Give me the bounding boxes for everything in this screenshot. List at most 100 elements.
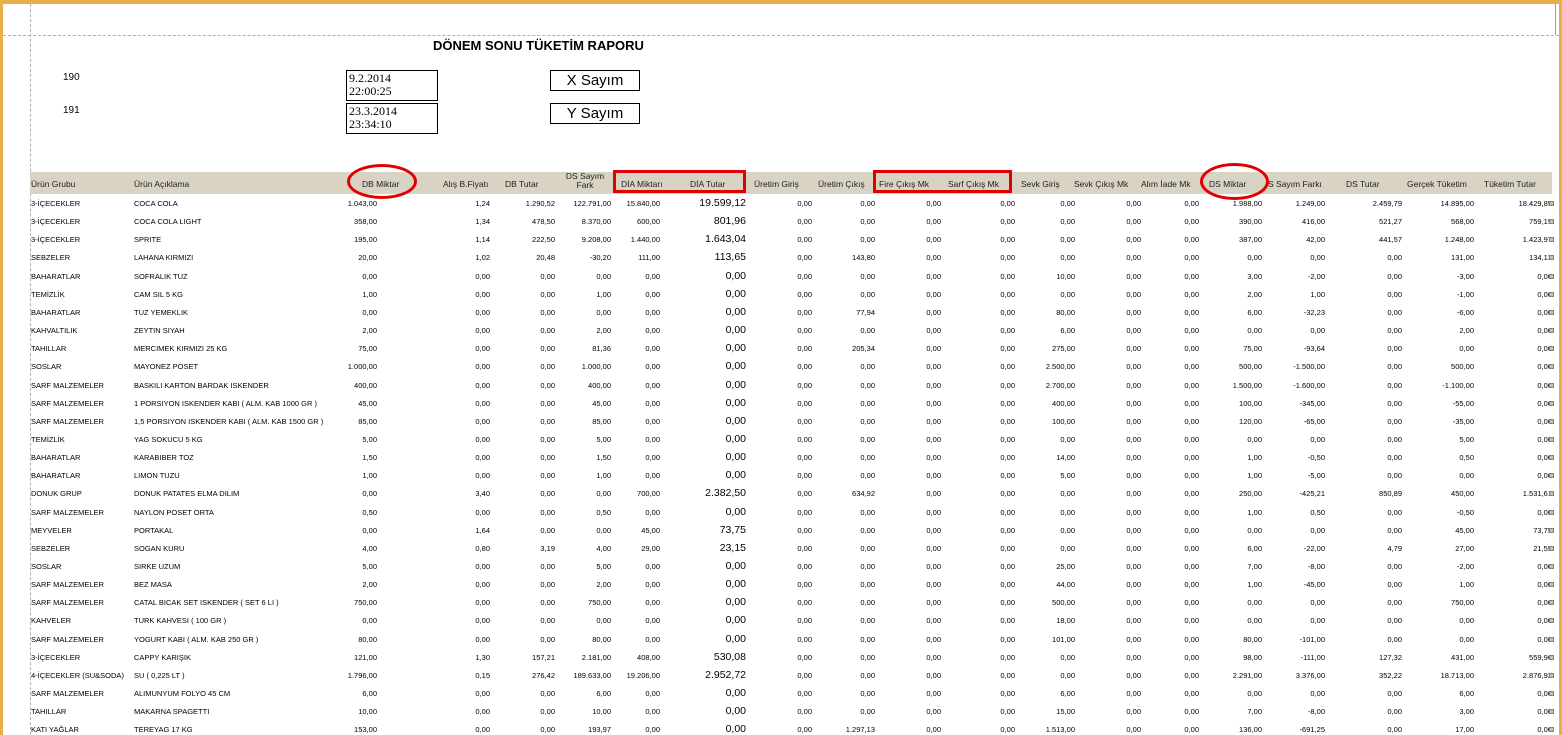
table-cell: 45,00 — [1455, 525, 1474, 535]
table-cell: -111,00 — [1300, 652, 1325, 662]
table-cell: 1.531,61 — [1522, 489, 1552, 499]
table-cell: 0,00 — [860, 362, 875, 372]
table-cell: 0,00 — [645, 471, 660, 481]
table-cell: 1.000,00 — [347, 362, 377, 372]
table-cell: 7,00 — [1247, 562, 1262, 571]
table-cell: 0,00 — [1000, 453, 1015, 463]
table-cell: 80,00 — [592, 634, 611, 644]
table-cell: 0,00 — [645, 689, 660, 699]
table-cell: 0,00 — [540, 525, 555, 535]
table-cell: 600,00 — [637, 217, 660, 227]
table-cell: 1,02 — [475, 253, 490, 263]
table-cell: 400,00 — [1052, 398, 1075, 408]
table-cell: 0,00 — [645, 362, 660, 372]
table-cell: 1.796,00 — [347, 670, 377, 680]
table-cell: 1,14 — [475, 235, 490, 245]
table-cell: 0,00 — [1537, 562, 1552, 571]
table-cell: 0,00 — [1184, 670, 1199, 680]
table-cell: 0,00 — [1184, 543, 1199, 553]
row-marker — [1549, 618, 1554, 624]
table-cell: 80,00 — [1056, 307, 1075, 317]
table-cell: 0,00 — [1387, 562, 1402, 571]
table-cell: -1,00 — [1456, 289, 1474, 299]
table-cell: 0,00 — [1310, 598, 1325, 608]
table-cell: 100,00 — [1239, 398, 1262, 408]
table-cell: 0,00 — [860, 562, 875, 571]
table-cell: 113,65 — [714, 251, 746, 264]
table-cell: 408,00 — [637, 652, 660, 662]
table-cell: 1.043,00 — [347, 199, 377, 208]
table-cell: 0,00 — [475, 707, 490, 717]
table-cell: 111,00 — [638, 253, 660, 263]
table-cell: 0,00 — [645, 307, 660, 317]
table-cell: 0,00 — [860, 453, 875, 463]
table-cell: -3,00 — [1456, 271, 1474, 281]
table-cell: 0,00 — [645, 580, 660, 590]
table-cell: 0,00 — [1537, 616, 1552, 626]
table-cell: 0,00 — [1537, 289, 1552, 299]
table-cell: 358,00 — [354, 217, 377, 227]
table-cell: 0,00 — [1184, 598, 1199, 608]
table-cell: SARF MALZEMELER — [31, 634, 104, 644]
table-cell: 0,00 — [1537, 580, 1552, 590]
table-cell: 0,00 — [475, 271, 490, 281]
table-cell: 0,00 — [926, 598, 941, 608]
table-cell: 80,00 — [358, 634, 377, 644]
table-cell: 0,00 — [860, 199, 875, 208]
table-cell: 0,00 — [926, 380, 941, 390]
table-cell: 1,00 — [362, 471, 377, 481]
table-cell: 0,00 — [645, 634, 660, 644]
row-marker — [1549, 473, 1554, 479]
annotation-box-dia — [613, 170, 746, 193]
table-cell: 73,75 — [719, 523, 746, 536]
table-cell: 0,00 — [540, 580, 555, 590]
table-cell: 0,00 — [860, 616, 875, 626]
start-date-field[interactable]: 9.2.2014 22:00:25 — [346, 70, 438, 101]
row-marker — [1549, 455, 1554, 461]
table-cell: 98,00 — [1243, 652, 1262, 662]
table-cell: 2.291,00 — [1232, 670, 1262, 680]
table-cell: 1,00 — [596, 289, 611, 299]
table-cell: 0,00 — [645, 562, 660, 571]
table-cell: 521,27 — [1379, 217, 1402, 227]
table-cell: 0,00 — [797, 707, 812, 717]
table-cell: 0,00 — [1126, 362, 1141, 372]
table-cell: 0,00 — [1000, 707, 1015, 717]
table-cell: 1.290,52 — [525, 199, 555, 208]
row-marker — [1549, 418, 1554, 424]
row-marker — [1549, 545, 1554, 551]
y-count-button[interactable]: Y Sayım — [550, 103, 640, 124]
table-cell: 0,00 — [645, 507, 660, 517]
table-cell: 80,00 — [1243, 634, 1262, 644]
row-marker — [1549, 491, 1554, 497]
table-cell: 0,00 — [725, 469, 746, 482]
table-cell: 0,00 — [362, 271, 377, 281]
table-cell: 0,00 — [1537, 634, 1552, 644]
table-cell: 0,00 — [797, 253, 812, 263]
table-cell: -1.500,00 — [1293, 362, 1325, 372]
table-cell: 0,00 — [1000, 362, 1015, 372]
table-cell: 101,00 — [1052, 634, 1075, 644]
row-marker — [1549, 527, 1554, 533]
table-cell: 0,00 — [540, 507, 555, 517]
table-cell: 100,00 — [1052, 416, 1075, 426]
table-cell: -35,00 — [1452, 416, 1474, 426]
column-header: Alış B.Fiyatı — [443, 179, 489, 189]
row-marker — [1549, 564, 1554, 569]
report-title: DÖNEM SONU TÜKETİM RAPORU — [433, 38, 644, 53]
end-date-field[interactable]: 23.3.2014 23:34:10 — [346, 103, 438, 134]
table-cell: 0,00 — [926, 326, 941, 336]
table-cell: 0,00 — [926, 453, 941, 463]
table-cell: -1.100,00 — [1442, 380, 1474, 390]
table-cell: SARF MALZEMELER — [31, 689, 104, 699]
table-cell: 0,00 — [1387, 616, 1402, 626]
table-cell: 0,00 — [725, 723, 746, 735]
column-header: S Sayım Farkı — [1268, 179, 1322, 189]
table-cell: 0,00 — [797, 489, 812, 499]
table-cell: 0,00 — [1000, 670, 1015, 680]
table-cell: 0,00 — [1126, 253, 1141, 263]
table-cell: 0,00 — [1000, 289, 1015, 299]
table-cell: 0,00 — [1000, 471, 1015, 481]
x-count-button[interactable]: X Sayım — [550, 70, 640, 91]
table-cell: 0,00 — [1459, 471, 1474, 481]
